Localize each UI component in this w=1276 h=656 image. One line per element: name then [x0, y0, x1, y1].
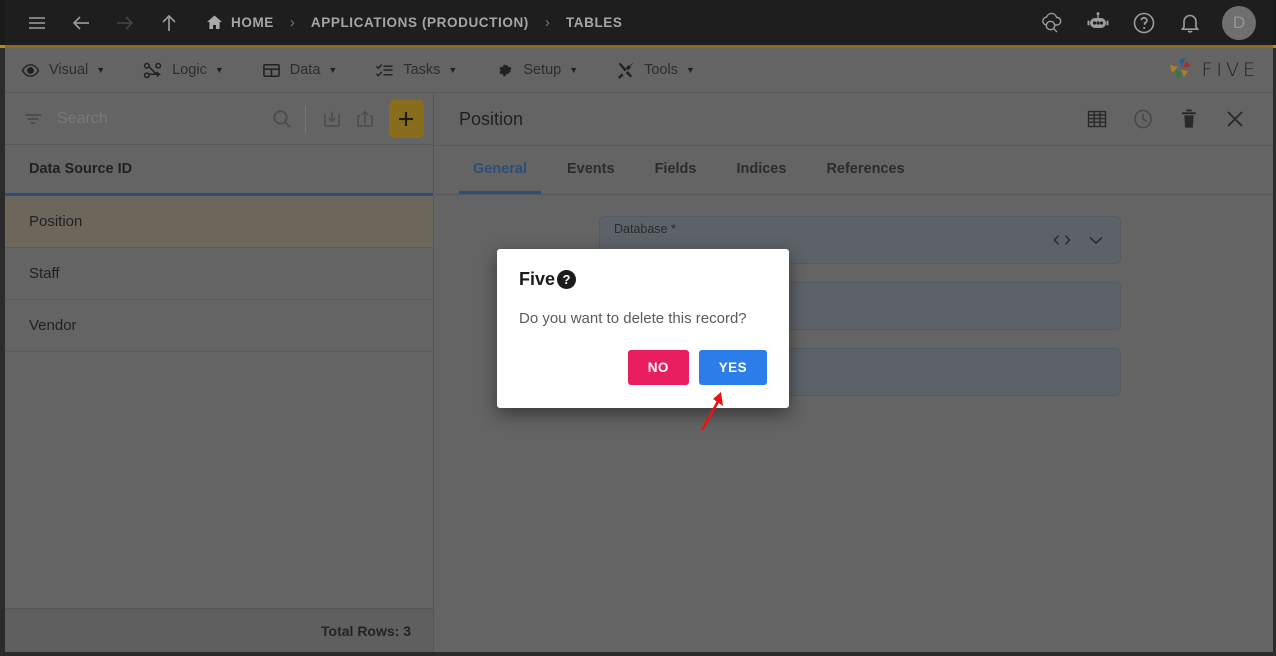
no-button[interactable]: NO [627, 350, 689, 385]
app-window: HOME › APPLICATIONS (PRODUCTION) › TABLE… [0, 0, 1276, 656]
dialog-title: Five ? [519, 269, 767, 290]
pointer-arrow-annotation [700, 392, 723, 431]
dialog-buttons: NO YES [519, 350, 767, 385]
dialog-message: Do you want to delete this record? [519, 310, 747, 327]
confirm-delete-dialog: Five ? Do you want to delete this record… [497, 249, 789, 408]
yes-button[interactable]: YES [698, 350, 767, 385]
question-mark-icon: ? [557, 270, 577, 289]
dialog-title-text: Five [519, 269, 556, 289]
